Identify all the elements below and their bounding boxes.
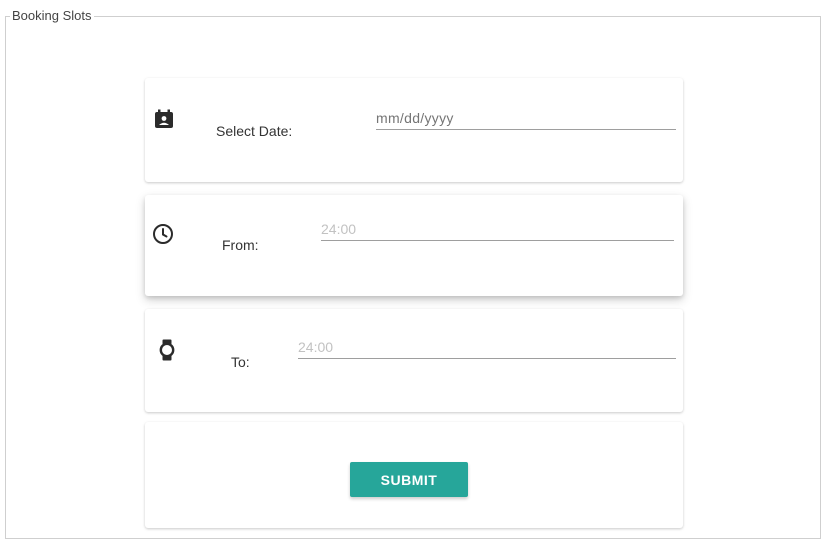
- from-time-input[interactable]: [321, 217, 674, 241]
- calendar-account-icon: [153, 108, 175, 130]
- to-label: To:: [231, 354, 250, 370]
- date-input[interactable]: [376, 106, 676, 130]
- date-card: Select Date:: [145, 78, 683, 182]
- from-label: From:: [222, 237, 259, 253]
- submit-button[interactable]: SUBMIT: [350, 462, 468, 497]
- to-card: To:: [145, 309, 683, 412]
- select-date-label: Select Date:: [216, 123, 293, 139]
- submit-card: SUBMIT: [145, 422, 683, 528]
- from-card: From:: [145, 195, 683, 296]
- fieldset-legend: Booking Slots: [10, 8, 94, 24]
- watch-icon: [156, 339, 178, 361]
- to-time-input[interactable]: [298, 335, 676, 359]
- clock-icon: [152, 223, 174, 245]
